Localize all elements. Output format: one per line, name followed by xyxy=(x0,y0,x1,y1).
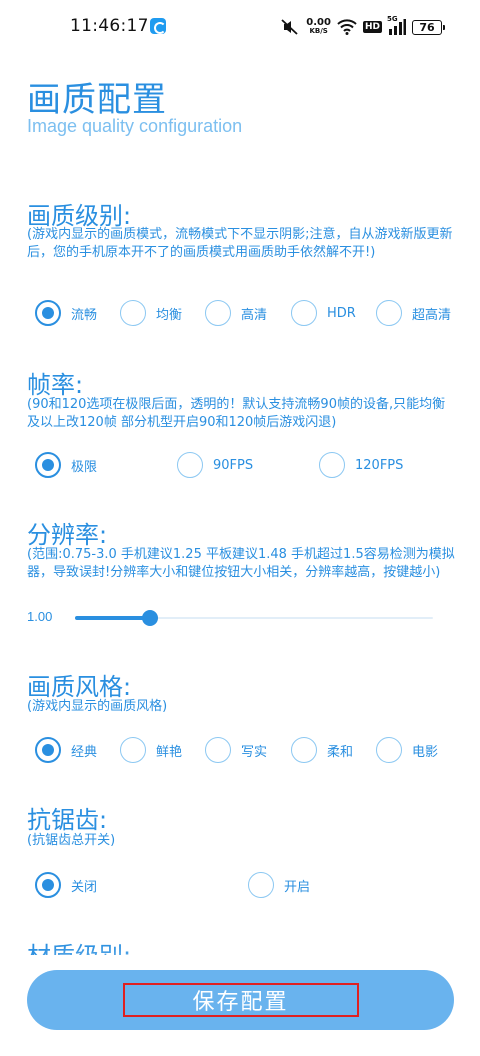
antialias-option-on[interactable]: 开启 xyxy=(248,870,310,900)
framerate-heading: 帧率: xyxy=(27,371,84,399)
signal-label: 5G xyxy=(387,15,398,23)
save-config-button[interactable]: 保存配置 xyxy=(27,970,454,1030)
quality-option-label: 均衡 xyxy=(156,307,183,323)
quality-option-hdr[interactable]: HDR xyxy=(291,298,356,328)
quality-note: (游戏内显示的画质模式，流畅模式下不显示阴影;注意，自从游戏新版更新后，您的手机… xyxy=(27,227,453,260)
radio-circle[interactable] xyxy=(177,452,203,478)
quality-option-label: HDR xyxy=(327,305,356,321)
radio-circle[interactable] xyxy=(35,872,61,898)
hd-voice-icon: HD xyxy=(362,21,382,33)
framerate-note: (90和120选项在极限后面，透明的！默认支持流畅90帧的设备,只能均衡及以上改… xyxy=(27,397,446,430)
antialias-radio-group: 关闭 开启 xyxy=(0,870,480,900)
quality-option-label: 流畅 xyxy=(71,307,98,323)
style-heading: 画质风格: xyxy=(27,673,132,701)
status-icons: 0.00 KB/S HD 5G 76 xyxy=(280,14,445,40)
style-option-soft[interactable]: 柔和 xyxy=(291,735,353,765)
framerate-option-120fps[interactable]: 120FPS xyxy=(319,450,403,480)
radio-circle[interactable] xyxy=(35,737,61,763)
radio-circle[interactable] xyxy=(120,300,146,326)
antialias-note: (抗锯齿总开关) xyxy=(27,833,116,848)
style-note: (游戏内显示的画质风格) xyxy=(27,699,168,714)
radio-circle[interactable] xyxy=(205,737,231,763)
quality-option-smooth[interactable]: 流畅 xyxy=(35,298,97,328)
style-option-classic[interactable]: 经典 xyxy=(35,735,97,765)
battery-icon: 76 xyxy=(412,19,445,35)
antialias-option-off[interactable]: 关闭 xyxy=(35,870,97,900)
net-speed-value: 0.00 xyxy=(306,17,331,28)
quality-option-label: 超高清 xyxy=(412,307,452,323)
radio-circle[interactable] xyxy=(319,452,345,478)
page-title: 画质配置 xyxy=(27,80,167,120)
status-bar: 11:46:17 0.00 KB/S HD 5G 76 xyxy=(0,0,480,56)
net-speed-unit: KB/S xyxy=(309,27,328,35)
style-option-label: 电影 xyxy=(412,744,439,760)
signal-icon: 5G xyxy=(387,15,406,35)
style-option-label: 鲜艳 xyxy=(156,744,183,760)
radio-circle[interactable] xyxy=(35,300,61,326)
save-config-label: 保存配置 xyxy=(192,990,289,1015)
framerate-option-label: 极限 xyxy=(71,459,98,475)
radio-circle[interactable] xyxy=(376,300,402,326)
wifi-icon xyxy=(337,19,357,35)
net-speed: 0.00 KB/S xyxy=(306,18,331,36)
quality-option-balanced[interactable]: 均衡 xyxy=(120,298,182,328)
radio-circle[interactable] xyxy=(291,300,317,326)
antialias-option-label: 开启 xyxy=(284,879,311,895)
radio-circle[interactable] xyxy=(248,872,274,898)
style-option-realistic[interactable]: 写实 xyxy=(205,735,267,765)
style-radio-group: 经典 鲜艳 写实 柔和 电影 xyxy=(0,735,480,765)
antialias-heading: 抗锯齿: xyxy=(27,806,108,834)
framerate-option-extreme[interactable]: 极限 xyxy=(35,450,97,480)
style-option-label: 柔和 xyxy=(327,744,354,760)
quality-radio-group: 流畅 均衡 高清 HDR 超高清 xyxy=(0,298,480,328)
framerate-option-90fps[interactable]: 90FPS xyxy=(177,450,253,480)
radio-circle[interactable] xyxy=(35,452,61,478)
style-option-vivid[interactable]: 鲜艳 xyxy=(120,735,182,765)
resolution-slider-fill xyxy=(75,616,151,620)
app-notification-icon xyxy=(150,18,166,34)
radio-circle[interactable] xyxy=(291,737,317,763)
radio-circle[interactable] xyxy=(120,737,146,763)
resolution-slider-thumb[interactable] xyxy=(142,610,159,626)
mute-icon xyxy=(280,18,300,36)
quality-option-hd[interactable]: 高清 xyxy=(205,298,267,328)
status-time: 11:46:17 xyxy=(70,16,149,36)
quality-option-label: 高清 xyxy=(241,307,268,323)
style-option-cinematic[interactable]: 电影 xyxy=(376,735,438,765)
style-option-label: 写实 xyxy=(241,744,268,760)
radio-circle[interactable] xyxy=(205,300,231,326)
highlight-box: 保存配置 xyxy=(122,983,359,1017)
resolution-note: (范围:0.75-3.0 手机建议1.25 平板建议1.48 手机超过1.5容易… xyxy=(27,547,455,580)
page-subtitle: Image quality configuration xyxy=(27,116,243,136)
framerate-radio-group: 极限 90FPS 120FPS xyxy=(0,450,480,480)
style-option-label: 经典 xyxy=(71,744,98,760)
quality-option-ultra-hd[interactable]: 超高清 xyxy=(376,298,451,328)
radio-circle[interactable] xyxy=(376,737,402,763)
framerate-option-label: 120FPS xyxy=(355,457,404,473)
framerate-option-label: 90FPS xyxy=(213,457,254,473)
resolution-heading: 分辨率: xyxy=(27,521,108,549)
resolution-value: 1.00 xyxy=(27,609,53,624)
antialias-option-label: 关闭 xyxy=(71,879,98,895)
